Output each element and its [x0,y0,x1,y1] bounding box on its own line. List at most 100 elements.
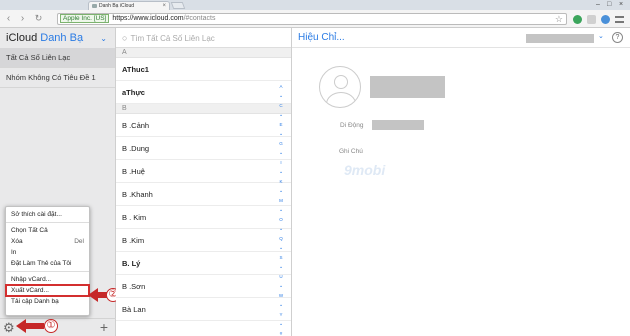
index-letter[interactable]: • [277,320,285,330]
contact-name: B . Kim [122,213,147,222]
contact-row[interactable]: aThực [116,81,291,104]
edit-button[interactable]: Hiệu Chỉ... [298,32,345,43]
maximize-button[interactable]: □ [607,0,611,9]
redacted-contact-name [370,76,445,98]
index-letter[interactable]: • [277,301,285,311]
group-all-contacts[interactable]: Tất Cả Số Liên Lạc [0,48,115,68]
contact-name: B .Huệ [122,167,145,176]
index-letter[interactable]: • [277,130,285,140]
browser-toolbar: ‹ › ↻ Apple Inc. [US] https://www.icloud.… [0,10,630,28]
menu-item-make-my-card[interactable]: Đặt Làm Thẻ của Tôi [6,258,89,269]
minimize-button[interactable]: – [596,0,600,9]
menu-item-print[interactable]: In [6,247,89,258]
cloud-extension-icon[interactable] [601,15,610,24]
contact-row[interactable]: B .Cảnh [116,114,291,137]
index-letter[interactable]: Q [277,234,285,244]
app-name[interactable]: Danh Bạ [40,32,83,44]
new-tab-button[interactable] [170,2,186,9]
search-input[interactable]: ○ Tìm Tất Cả Số Liên Lạc [116,28,291,48]
help-button[interactable]: ? [612,32,623,43]
alphabet-index: A • C • E • G • I • K • M • O • Q • S • U • W • Y • # [277,82,285,336]
index-letter[interactable]: • [277,206,285,216]
icloud-contacts-app: iCloud Danh Bạ ⌄ Tất Cả Số Liên Lạc Nhóm… [0,28,630,336]
contact-row[interactable]: B .Huệ [116,160,291,183]
gear-icon[interactable]: ⚙ [3,321,15,335]
group-untitled-1[interactable]: Nhóm Không Có Tiêu Đề 1 [0,68,115,88]
tab-close-icon[interactable]: × [162,2,166,10]
menu-item-refresh-contacts[interactable]: Tải cập Danh bạ [6,296,89,307]
index-letter[interactable]: • [277,282,285,292]
index-letter[interactable]: A [277,82,285,92]
index-letter[interactable]: # [277,329,285,336]
index-letter[interactable]: M [277,196,285,206]
bookmark-star-icon[interactable]: ☆ [555,14,563,24]
contact-name: B .Cảnh [122,121,150,130]
icloud-logo: iCloud [6,32,38,44]
chevron-down-icon[interactable]: ⌄ [100,34,107,43]
index-letter[interactable]: S [277,253,285,263]
contact-list: ○ Tìm Tất Cả Số Liên Lạc A AThuc1 aThực B… [116,28,292,336]
contact-row[interactable]: B .Dung [116,137,291,160]
extension-icon[interactable] [573,15,582,24]
back-button[interactable]: ‹ [3,13,14,24]
index-letter[interactable]: • [277,168,285,178]
contact-name: B .Dung [122,144,150,153]
address-bar[interactable]: Apple Inc. [US] https://www.icloud.com/#c… [57,13,567,25]
extension-icon[interactable] [587,15,596,24]
index-letter[interactable]: • [277,225,285,235]
contact-row[interactable]: B . Kim [116,206,291,229]
contact-name: Bà Lan [122,305,146,314]
add-contact-button[interactable]: + [100,320,108,334]
contact-row[interactable]: B .Khanh [116,183,291,206]
contact-row[interactable]: B .Kim [116,229,291,252]
redacted-phone-number [372,120,424,130]
menu-icon[interactable] [615,16,624,23]
watermark: 9mobi [344,162,386,178]
index-letter[interactable]: • [277,149,285,159]
section-header: A [116,48,291,58]
index-letter[interactable]: E [277,120,285,130]
contact-name: B. Lý [122,259,141,268]
contact-row[interactable]: B .Sơn [116,275,291,298]
index-letter[interactable]: G [277,139,285,149]
index-letter[interactable]: • [277,111,285,121]
chevron-down-icon[interactable]: ⌄ [598,32,604,40]
menu-item-export-vcard[interactable]: Xuất vCard... [5,284,90,297]
notes-label: Ghi Chú [339,148,363,155]
contact-name: AThuc1 [122,65,149,74]
index-letter[interactable]: C [277,101,285,111]
index-letter[interactable]: • [277,187,285,197]
menu-divider [6,271,89,272]
index-letter[interactable]: • [277,92,285,102]
secure-site-badge[interactable]: Apple Inc. [US] [60,14,110,23]
contact-row[interactable]: B. Lý [116,252,291,275]
mobile-label: Di Động [340,122,364,129]
tab-title: Danh Bạ iCloud [99,3,135,9]
contact-name: B .Khanh [122,190,153,199]
contact-row[interactable]: Bà Lan [116,298,291,321]
contact-name: aThực [122,88,145,97]
index-letter[interactable]: • [277,244,285,254]
index-letter[interactable]: U [277,272,285,282]
app-header[interactable]: iCloud Danh Bạ ⌄ [0,28,115,48]
index-letter[interactable]: O [277,215,285,225]
menu-item-delete[interactable]: Xóa Del [6,236,89,247]
contact-avatar[interactable] [319,66,361,108]
contact-name: B .Sơn [122,282,146,291]
annotation-marker-1: ① [44,319,58,333]
menu-item-preferences[interactable]: Sở thích cài đặt... [6,209,89,220]
index-letter[interactable]: I [277,158,285,168]
close-window-button[interactable]: × [619,0,623,9]
browser-tab[interactable]: Danh Bạ iCloud × [88,1,170,10]
menu-item-import-vcard[interactable]: Nhập vCard... [6,274,89,285]
menu-item-select-all[interactable]: Chọn Tất Cả [6,225,89,236]
reload-button[interactable]: ↻ [33,13,44,24]
index-letter[interactable]: W [277,291,285,301]
annotation-arrow-1 [16,319,44,333]
browser-tab-bar: Danh Bạ iCloud × – □ × [0,0,630,10]
index-letter[interactable]: K [277,177,285,187]
forward-button[interactable]: › [17,13,28,24]
index-letter[interactable]: • [277,263,285,273]
index-letter[interactable]: Y [277,310,285,320]
contact-row[interactable]: AThuc1 [116,58,291,81]
